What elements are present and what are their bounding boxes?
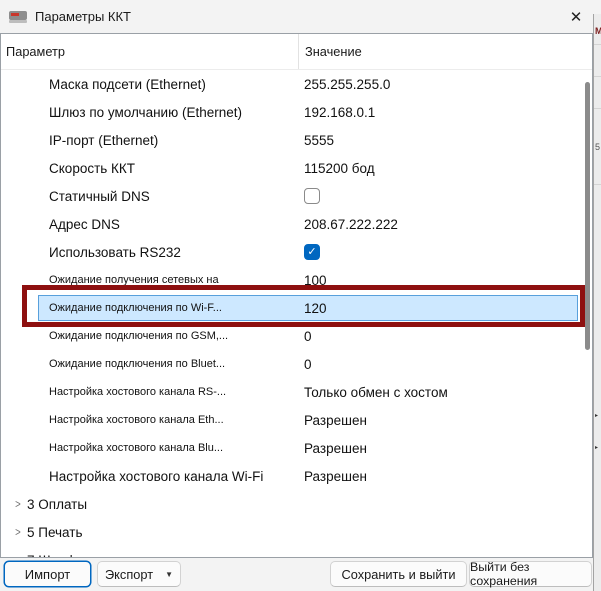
check-icon: ✓ xyxy=(307,247,316,258)
table-row[interactable]: Статичный DNS xyxy=(1,182,592,210)
param-value: 255.255.255.0 xyxy=(304,77,592,92)
caret-down-icon: ▼ xyxy=(165,570,173,579)
param-label: Шлюз по умолчанию (Ethernet) xyxy=(1,105,304,120)
table-row[interactable]: Ожидание подключения по GSM,... 0 xyxy=(1,322,592,350)
param-label: Использовать RS232 xyxy=(1,245,304,260)
kkt-parameters-dialog: Параметры ККТ ✕ Параметр Значение Маска … xyxy=(0,0,601,591)
tree-group-print[interactable]: > 5 Печать xyxy=(1,518,592,546)
param-value: 0 xyxy=(304,357,592,372)
checkbox-checked[interactable]: ✓ xyxy=(304,244,320,260)
divider xyxy=(594,108,601,109)
param-value xyxy=(304,188,592,204)
table-row-selected[interactable]: Ожидание подключения по Wi-F... 120 xyxy=(1,294,592,322)
param-value: 5555 xyxy=(304,133,592,148)
param-value: 192.168.0.1 xyxy=(304,105,592,120)
group-label: 5 Печать xyxy=(27,525,82,540)
export-button[interactable]: Экспорт ▼ xyxy=(97,561,181,587)
param-label: Скорость ККТ xyxy=(1,161,304,176)
table-row[interactable]: Настройка хостового канала Eth... Разреш… xyxy=(1,406,592,434)
param-value: Только обмен с хостом xyxy=(304,385,592,400)
table-row[interactable]: Шлюз по умолчанию (Ethernet) 192.168.0.1 xyxy=(1,98,592,126)
table-row[interactable]: IP-порт (Ethernet) 5555 xyxy=(1,126,592,154)
background-text-fragment: М xyxy=(595,26,601,36)
chevron-right-icon[interactable]: > xyxy=(11,525,25,539)
param-label: Настройка хостового канала Blu... xyxy=(1,442,304,454)
param-label: Настройка хостового канала RS-... xyxy=(1,386,304,398)
param-value: Разрешен xyxy=(304,413,592,428)
footer-bar: Импорт Экспорт ▼ Сохранить и выйти Выйти… xyxy=(0,558,593,591)
checkbox-unchecked[interactable] xyxy=(304,188,320,204)
table-row[interactable]: Настройка хостового канала RS-... Только… xyxy=(1,378,592,406)
param-label: Адрес DNS xyxy=(1,217,304,232)
table-row[interactable]: Ожидание подключения по Bluet... 0 xyxy=(1,350,592,378)
background-arrow-fragment: ▸ xyxy=(595,444,598,451)
background-window-sliver: М 5 ▸ ▸ xyxy=(593,14,601,591)
background-arrow-fragment: ▸ xyxy=(595,412,598,419)
title-bar: Параметры ККТ ✕ xyxy=(0,0,601,33)
tree-group-fonts[interactable]: > 7 Шрифты xyxy=(1,546,592,558)
param-label: Настройка хостового канала Eth... xyxy=(1,414,304,426)
tree-group-payments[interactable]: > 3 Оплаты xyxy=(1,490,592,518)
param-value: 0 xyxy=(304,329,592,344)
param-label: Настройка хостового канала Wi-Fi xyxy=(1,469,304,484)
param-label: Маска подсети (Ethernet) xyxy=(1,77,304,92)
param-label: Ожидание подключения по Bluet... xyxy=(1,358,304,370)
param-value: 115200 бод xyxy=(304,161,592,176)
parameters-table: Параметр Значение Маска подсети (Etherne… xyxy=(0,33,593,558)
param-label: Статичный DNS xyxy=(1,189,304,204)
divider xyxy=(594,44,601,45)
table-row[interactable]: Использовать RS232 ✓ xyxy=(1,238,592,266)
divider xyxy=(594,184,601,185)
param-value: 100 xyxy=(304,273,592,288)
param-label: Ожидание получения сетевых на xyxy=(1,274,304,286)
table-row[interactable]: Ожидание получения сетевых на 100 xyxy=(1,266,592,294)
param-value: Разрешен xyxy=(304,441,592,456)
table-row[interactable]: Настройка хостового канала Wi-Fi Разреше… xyxy=(1,462,592,490)
exit-without-saving-button[interactable]: Выйти без сохранения xyxy=(469,561,592,587)
param-value: 120 xyxy=(304,301,592,316)
chevron-right-icon[interactable]: > xyxy=(11,497,25,511)
save-and-exit-button[interactable]: Сохранить и выйти xyxy=(330,561,467,587)
import-button[interactable]: Импорт xyxy=(4,561,91,587)
param-label: Ожидание подключения по GSM,... xyxy=(1,330,304,342)
table-row[interactable]: Маска подсети (Ethernet) 255.255.255.0 xyxy=(1,70,592,98)
printer-icon xyxy=(8,9,28,25)
param-value: Разрешен xyxy=(304,469,592,484)
param-label: IP-порт (Ethernet) xyxy=(1,133,304,148)
divider xyxy=(594,76,601,77)
group-label: 3 Оплаты xyxy=(27,497,87,512)
column-header-value[interactable]: Значение xyxy=(298,34,592,69)
background-text-fragment: 5 xyxy=(595,142,600,152)
export-button-label: Экспорт xyxy=(105,567,153,582)
table-row[interactable]: Настройка хостового канала Blu... Разреш… xyxy=(1,434,592,462)
param-value: 208.67.222.222 xyxy=(304,217,592,232)
param-value: ✓ xyxy=(304,244,592,260)
param-label: Ожидание подключения по Wi-F... xyxy=(1,302,304,314)
table-row[interactable]: Адрес DNS 208.67.222.222 xyxy=(1,210,592,238)
window-title: Параметры ККТ xyxy=(35,9,131,24)
column-header-param[interactable]: Параметр xyxy=(1,44,298,59)
table-row[interactable]: Скорость ККТ 115200 бод xyxy=(1,154,592,182)
close-button[interactable]: ✕ xyxy=(561,3,591,30)
table-header: Параметр Значение xyxy=(1,34,592,70)
